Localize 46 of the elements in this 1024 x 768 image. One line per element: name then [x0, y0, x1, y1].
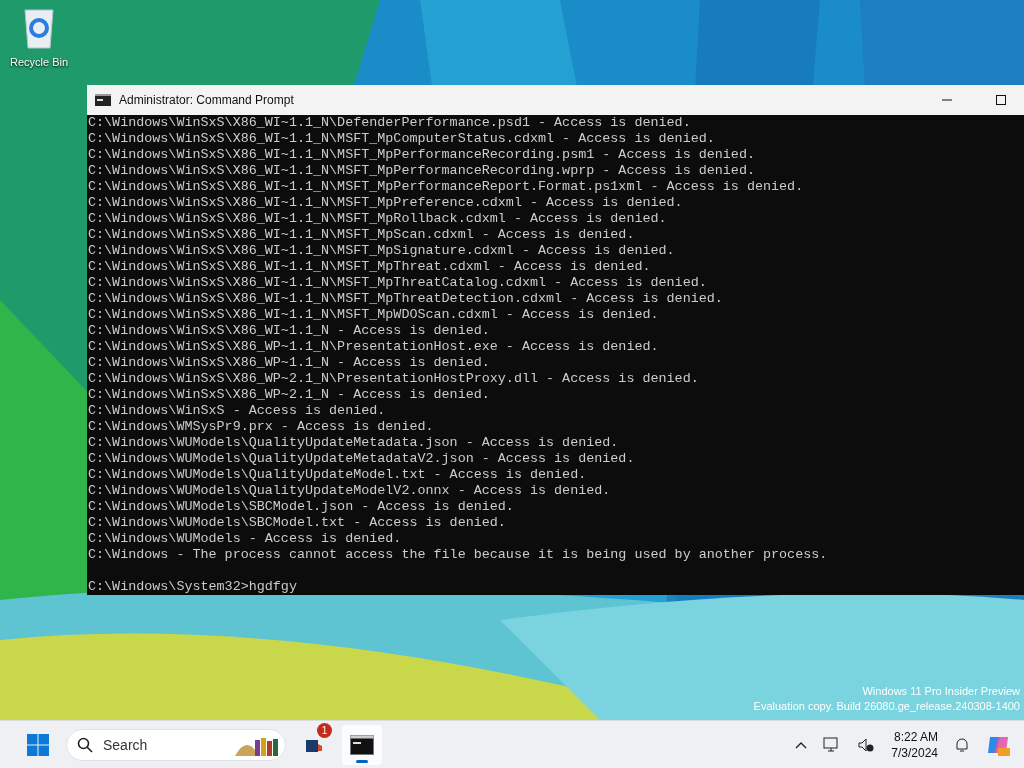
recycle-bin-icon[interactable]: [21, 6, 57, 50]
console-output-line: C:\Windows\WinSxS\X86_WI~1.1_N\DefenderPerformance.psd1 - Access is denied.: [88, 115, 692, 131]
console-output-line: C:\Windows\WUModels\SBCModel.txt - Access is denied.: [88, 515, 507, 531]
console-app-icon: [95, 94, 111, 106]
console-output-line: C:\Windows\WinSxS\X86_WI~1.1_N\MSFT_MpRollback.cdxml - Access is denied.: [88, 211, 668, 227]
clock[interactable]: 8:22 AM 7/3/2024: [887, 728, 942, 761]
console-output-line: C:\Windows\WinSxS\X86_WI~1.1_N\MSFT_MpPerformanceReport.Format.ps1xml - Access is denied.: [88, 179, 805, 195]
edition-notice: Windows 11 Pro Insider Preview: [862, 684, 1020, 699]
taskbar-app-button[interactable]: [342, 724, 382, 765]
console-output-line: C:\Windows\WinSxS\X86_WI~1.1_N\MSFT_MpComputerStatus.cdxml - Access is denied.: [88, 131, 716, 147]
desktop-icon-label[interactable]: Recycle Bin: [9, 56, 69, 68]
search-bar[interactable]: Search: [66, 728, 286, 761]
console-output-line: C:\Windows\WinSxS\X86_WI~1.1_N\MSFT_MpThreatDetection.cdxml - Access is denied.: [88, 291, 724, 307]
console-output-line: C:\Windows\WinSxS\X86_WP~1.1_N - Access is denied.: [88, 355, 491, 371]
search-icon: [77, 736, 93, 753]
console-output-line: C:\Windows\WinSxS\X86_WI~1.1_N\MSFT_MpScan.cdxml - Access is denied.: [88, 227, 636, 243]
console-output-line: C:\Windows - The process cannot access the file because it is being used by another process.: [88, 547, 829, 563]
console-output-line: C:\Windows\WinSxS\X86_WI~1.1_N\MSFT_MpWDOScan.cdxml - Access is denied.: [88, 307, 660, 323]
console-output-line: C:\Windows\WUModels\QualityUpdateModelV2.onnx - Access is denied.: [88, 483, 612, 499]
search-input[interactable]: Search: [101, 735, 225, 754]
window-title: Administrator: Command Prompt: [119, 93, 295, 107]
console-output-line: C:\Windows\WUModels\QualityUpdateModel.txt - Access is denied.: [88, 467, 588, 483]
console-output-line: C:\Windows\WinSxS\X86_WI~1.1_N - Access is denied.: [88, 323, 491, 339]
console-output-line: C:\Windows\WinSxS\X86_WI~1.1_N\MSFT_MpPerformanceRecording.psm1 - Access is denied.: [88, 147, 756, 163]
taskbar-app-button[interactable]: 1: [294, 724, 334, 765]
console-output-line: C:\Windows\WUModels - Access is denied.: [88, 531, 403, 547]
console-output-line: C:\Windows\WUModels\SBCModel.json - Access is denied.: [88, 499, 515, 515]
console-output-line: C:\Windows\WinSxS\X86_WI~1.1_N\MSFT_MpPreference.cdxml - Access is denied.: [88, 195, 684, 211]
console-output-line: C:\Windows\WinSxS\X86_WI~1.1_N\MSFT_MpSignature.cdxml - Access is denied.: [88, 243, 676, 259]
edition-notice: Evaluation copy. Build 26080.ge_release.240308-1400: [753, 699, 1020, 714]
console-output-line: C:\Windows\WinSxS\X86_WP~1.1_N\PresentationHost.exe - Access is denied.: [88, 339, 660, 355]
terminal-icon: [350, 734, 374, 755]
console-output-line: C:\Windows\WinSxS\X86_WP~2.1_N - Access is denied.: [88, 387, 491, 403]
console-output-line: C:\Windows\WinSxS - Access is denied.: [88, 403, 387, 419]
console-output-line: C:\Windows\WUModels\QualityUpdateMetadata.json - Access is denied.: [88, 435, 620, 451]
console-output-line: C:\Windows\WinSxS\X86_WP~2.1_N\PresentationHostProxy.dll - Access is denied.: [88, 371, 700, 387]
console-output-line: C:\Windows\WMSysPr9.prx - Access is denied.: [88, 419, 435, 435]
notification-badge: 1: [317, 722, 332, 738]
windows-logo: [27, 733, 49, 756]
console-output-line: C:\Windows\WUModels\QualityUpdateMetadataV2.json - Access is denied.: [88, 451, 636, 467]
console-output-line: C:\Windows\WinSxS\X86_WI~1.1_N\MSFT_MpThreatCatalog.cdxml - Access is denied.: [88, 275, 708, 291]
active-indicator: [356, 759, 368, 763]
console-output-line: C:\Windows\WinSxS\X86_WI~1.1_N\MSFT_MpThreat.cdxml - Access is denied.: [88, 259, 652, 275]
console-output-line: C:\Windows\WinSxS\X86_WI~1.1_N\MSFT_MpPerformanceRecording.wprp - Access is denied.: [88, 163, 756, 179]
command-prompt-line: C:\Windows\System32>hgdfgy: [88, 579, 298, 595]
maximize-icon: [996, 95, 1006, 105]
